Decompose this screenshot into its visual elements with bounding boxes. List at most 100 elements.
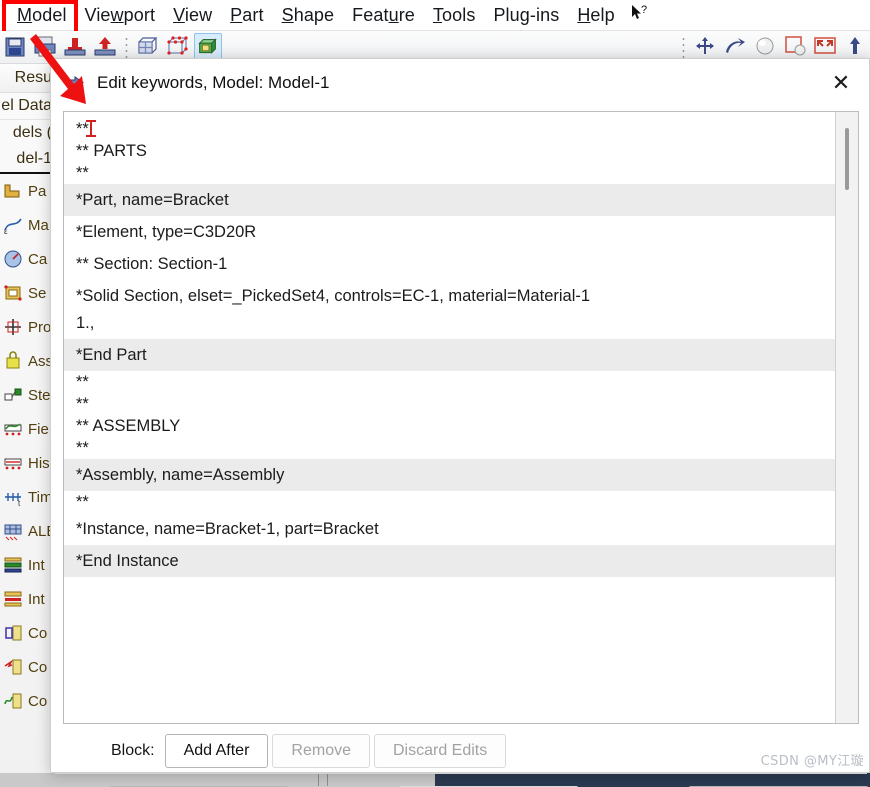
- print-icon[interactable]: [31, 33, 59, 61]
- mesh-part-icon[interactable]: [134, 33, 162, 61]
- tree-models-label: dels (: [12, 124, 52, 141]
- redo-arrow-icon[interactable]: [721, 33, 749, 61]
- keyword-line[interactable]: *Element, type=C3D20R: [64, 216, 835, 248]
- keyword-line[interactable]: **: [64, 437, 835, 459]
- keyword-line[interactable]: *Instance, name=Bracket-1, part=Bracket: [64, 513, 835, 545]
- keyword-block-line[interactable]: *End Instance: [64, 545, 835, 577]
- part-icon: [2, 180, 24, 202]
- keyword-line-text: **: [76, 373, 89, 391]
- tree-item-contact-stabilizations[interactable]: Co: [0, 684, 54, 718]
- keyword-line-text: *Solid Section, elset=_PickedSet4, contr…: [76, 287, 591, 305]
- menu-item-part[interactable]: Part: [221, 4, 272, 27]
- keyword-line-text: ** PARTS: [76, 142, 147, 160]
- svg-text:ε: ε: [4, 227, 8, 236]
- tree-item-label: Co: [28, 692, 48, 710]
- keyword-line-text: *End Instance: [76, 552, 179, 570]
- menu-item-viewport[interactable]: Viewport: [76, 4, 165, 27]
- tree-results-header: Resu: [0, 64, 54, 93]
- keyword-line[interactable]: **: [64, 162, 835, 184]
- keyword-line-text: *Part, name=Bracket: [76, 191, 229, 209]
- menu-item-shape[interactable]: Shape: [273, 4, 344, 27]
- profile-icon: [2, 316, 24, 338]
- context-help-icon[interactable]: ?: [624, 4, 650, 27]
- dialog-title: Edit keywords, Model: Model-1: [97, 73, 330, 92]
- dialog-divider: [55, 773, 867, 774]
- tree-item-material[interactable]: ε Ma: [0, 208, 54, 242]
- tree-item-time-points[interactable]: t Tim: [0, 480, 54, 514]
- import-icon[interactable]: [61, 33, 89, 61]
- tree-item-part[interactable]: Pa: [0, 174, 54, 208]
- toolbar-group-view: [690, 33, 870, 61]
- expand-icon[interactable]: [811, 33, 839, 61]
- keyword-line[interactable]: ** Section: Section-1: [64, 248, 835, 280]
- menu-item-view[interactable]: View: [164, 4, 221, 27]
- box-sphere-icon[interactable]: [781, 33, 809, 61]
- material-icon: ε: [2, 214, 24, 236]
- discard-edits-button: Discard Edits: [373, 734, 507, 768]
- model-tree-panel[interactable]: Resu el Data dels ( del-1 Pa ε Ma Ca Se Pro As…: [0, 64, 55, 787]
- tree-item-list: Pa ε Ma Ca Se Pro Ass Ste Fie His t Tim ALE Int Int Co C…: [0, 174, 54, 718]
- keyword-line[interactable]: **: [64, 491, 835, 513]
- keyword-line-text: *Instance, name=Bracket-1, part=Bracket: [76, 520, 379, 538]
- tree-item-history-output[interactable]: His: [0, 446, 54, 480]
- keyword-line-text: ** ASSEMBLY: [76, 417, 181, 435]
- keyword-block-line[interactable]: *Part, name=Bracket: [64, 184, 835, 216]
- keywords-vertical-scrollbar[interactable]: [835, 112, 858, 723]
- keyword-line[interactable]: 1.,: [64, 312, 835, 339]
- interaction-properties-icon: [2, 588, 24, 610]
- tree-item-ale-adaptive[interactable]: ALE: [0, 514, 54, 548]
- keyword-line[interactable]: ** PARTS: [64, 140, 835, 162]
- contact-controls-icon: [2, 622, 24, 644]
- menu-item-plugins[interactable]: Plug-ins: [484, 4, 568, 27]
- tree-item-section[interactable]: Se: [0, 276, 54, 310]
- tree-item-contact-controls[interactable]: Co: [0, 616, 54, 650]
- svg-text:t: t: [18, 499, 21, 508]
- keyword-line-text: *Element, type=C3D20R: [76, 223, 257, 241]
- mesh-seed-icon[interactable]: [164, 33, 192, 61]
- keyword-line[interactable]: **: [64, 118, 835, 140]
- keywords-text-area[interactable]: ** ** PARTS ** *Part, name=Bracket *Element,…: [63, 111, 859, 724]
- keyword-line[interactable]: ** ASSEMBLY: [64, 415, 835, 437]
- tree-item-label: His: [28, 454, 50, 472]
- keyword-line[interactable]: **: [64, 371, 835, 393]
- tree-item-contact-initializations[interactable]: Co: [0, 650, 54, 684]
- keyword-block-line[interactable]: *Assembly, name=Assembly: [64, 459, 835, 491]
- tree-item-step[interactable]: Ste: [0, 378, 54, 412]
- keyword-line[interactable]: *Solid Section, elset=_PickedSet4, contr…: [64, 280, 835, 312]
- tree-item-assembly[interactable]: Ass: [0, 344, 54, 378]
- export-icon[interactable]: [91, 33, 119, 61]
- keywords-line-list[interactable]: ** ** PARTS ** *Part, name=Bracket *Element,…: [64, 112, 835, 723]
- tree-item-field-output[interactable]: Fie: [0, 412, 54, 446]
- tree-item-interactions[interactable]: Int: [0, 548, 54, 582]
- scrollbar-thumb[interactable]: [845, 128, 849, 190]
- assign-element-type-icon[interactable]: [194, 33, 222, 61]
- add-after-button[interactable]: Add After: [164, 734, 269, 768]
- keyword-line-text: *Assembly, name=Assembly: [76, 466, 285, 484]
- tree-item-label: Ma: [28, 216, 49, 234]
- up-arrow-icon[interactable]: [841, 33, 869, 61]
- menu-item-feature[interactable]: Feature: [343, 4, 424, 27]
- save-icon[interactable]: [1, 33, 29, 61]
- tree-model-1[interactable]: del-1: [0, 146, 54, 174]
- toolbar-group-file: [0, 33, 120, 61]
- keyword-line-text: *End Part: [76, 346, 147, 364]
- query-icon[interactable]: [691, 33, 719, 61]
- keyword-line[interactable]: **: [64, 393, 835, 415]
- ale-adaptive-icon: [2, 520, 24, 542]
- tree-item-interaction-properties[interactable]: Int: [0, 582, 54, 616]
- sphere-icon[interactable]: [751, 33, 779, 61]
- menu-item-model[interactable]: Model: [8, 4, 76, 27]
- screen-root: Model Viewport View Part Shape Feature T…: [0, 0, 870, 787]
- tree-item-label: Co: [28, 624, 48, 642]
- tree-item-label: Se: [28, 284, 47, 302]
- menu-item-help[interactable]: Help: [568, 4, 623, 27]
- step-icon: [2, 384, 24, 406]
- menu-item-tools[interactable]: Tools: [424, 4, 485, 27]
- tree-item-calibration[interactable]: Ca: [0, 242, 54, 276]
- edit-keywords-dialog: Edit keywords, Model: Model-1 ✕ ** ** PAR…: [50, 58, 870, 787]
- close-icon[interactable]: ✕: [821, 65, 861, 101]
- keyword-line-text: **: [76, 395, 89, 413]
- tree-item-profile[interactable]: Pro: [0, 310, 54, 344]
- section-icon: [2, 282, 24, 304]
- keyword-block-line[interactable]: *End Part: [64, 339, 835, 371]
